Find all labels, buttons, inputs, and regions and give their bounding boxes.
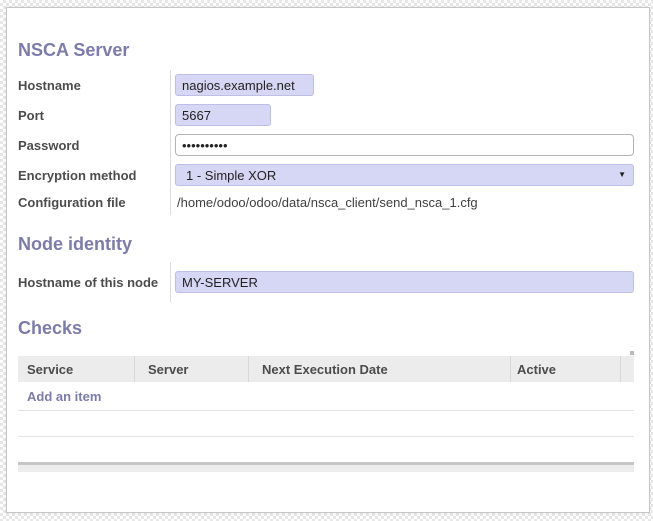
hostname-label: Hostname <box>18 78 170 93</box>
field-row-config-file: Configuration file /home/odoo/odoo/data/… <box>18 190 634 215</box>
column-header-server[interactable]: Server <box>134 356 248 382</box>
field-row-hostname: Hostname <box>18 70 634 100</box>
empty-table-row <box>18 411 634 437</box>
node-hostname-label: Hostname of this node <box>18 275 170 290</box>
add-item-row: Add an item <box>18 382 634 411</box>
table-corner-handle <box>630 351 634 355</box>
horizontal-scrollbar[interactable] <box>18 462 634 472</box>
field-row-encryption: Encryption method 1 - Simple XOR ▼ <box>18 160 634 190</box>
add-an-item-link[interactable]: Add an item <box>27 389 101 404</box>
hostname-input[interactable] <box>175 74 314 96</box>
form-panel: NSCA Server Hostname Port Password <box>6 7 650 513</box>
column-header-spacer <box>620 356 634 382</box>
checks-table-header: Service Server Next Execution Date Activ… <box>18 356 634 382</box>
nsca-server-fields: Hostname Port Password Encryption method <box>18 70 634 215</box>
column-header-active[interactable]: Active <box>510 356 620 382</box>
password-input[interactable] <box>175 134 634 156</box>
encryption-method-select[interactable]: 1 - Simple XOR ▼ <box>175 164 634 186</box>
checks-list: Service Server Next Execution Date Activ… <box>18 356 634 472</box>
column-header-next-execution-date[interactable]: Next Execution Date <box>248 356 510 382</box>
port-input[interactable] <box>175 104 271 126</box>
configuration-file-label: Configuration file <box>18 195 170 210</box>
field-row-port: Port <box>18 100 634 130</box>
page-background: NSCA Server Hostname Port Password <box>0 0 653 521</box>
section-title-checks: Checks <box>18 318 634 338</box>
configuration-file-value: /home/odoo/odoo/data/nsca_client/send_ns… <box>175 195 478 210</box>
node-hostname-input[interactable] <box>175 271 634 293</box>
encryption-method-label: Encryption method <box>18 168 170 183</box>
node-identity-fields: Hostname of this node <box>18 262 634 302</box>
encryption-method-selected-value: 1 - Simple XOR <box>186 168 276 183</box>
section-title-node-identity: Node identity <box>18 234 634 254</box>
column-header-service[interactable]: Service <box>18 356 134 382</box>
port-label: Port <box>18 108 170 123</box>
password-label: Password <box>18 138 170 153</box>
field-row-password: Password <box>18 130 634 160</box>
chevron-down-icon: ▼ <box>618 171 626 179</box>
field-row-node-hostname: Hostname of this node <box>18 262 634 302</box>
section-title-nsca-server: NSCA Server <box>18 40 634 60</box>
